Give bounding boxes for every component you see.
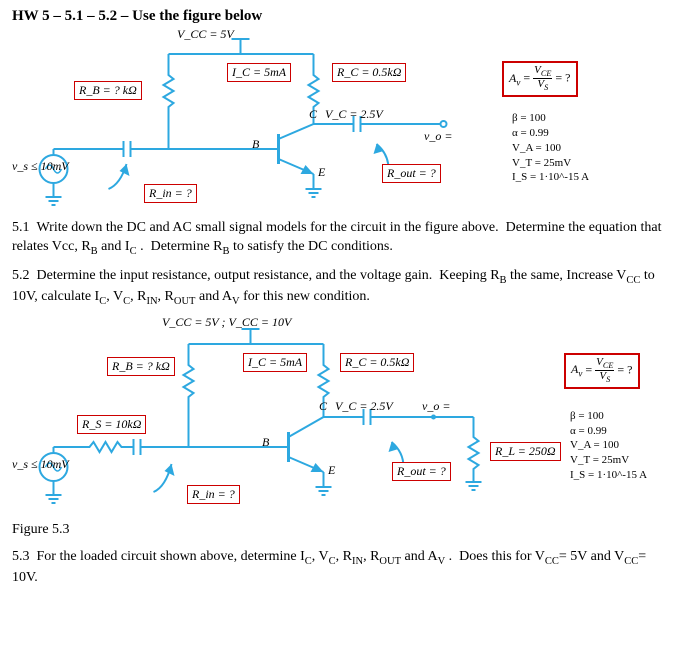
- rl-box: R_L = 250Ω: [490, 442, 561, 461]
- vs-label: v_s ≤ 10mV: [12, 159, 69, 174]
- figure-caption: Figure 5.3: [12, 521, 675, 540]
- circuit-figure-1: V_CC = 5V R_B = ? kΩ I_C = 5mA R_C = 0.5…: [12, 29, 675, 209]
- rb-box-2: R_B = ? kΩ: [107, 357, 175, 376]
- ic-box: I_C = 5mA: [227, 63, 291, 82]
- vc-label-2: V_C = 2.5V: [335, 399, 393, 414]
- rs-box: R_S = 10kΩ: [77, 415, 146, 434]
- rc-box: R_C = 0.5kΩ: [332, 63, 406, 82]
- rin-box: R_in = ?: [144, 184, 197, 203]
- node-c-2: C: [319, 399, 327, 414]
- av-box: Av = VCEVS = ?: [502, 61, 578, 97]
- vo-label: v_o =: [424, 129, 452, 144]
- question-5-3: 5.3 For the loaded circuit shown above, …: [12, 548, 675, 588]
- circuit-figure-2: V_CC = 5V ; V_CC = 10V R_B = ? kΩ R_S = …: [12, 317, 675, 517]
- rin-box-2: R_in = ?: [187, 485, 240, 504]
- rb-box: R_B = ? kΩ: [74, 81, 142, 100]
- node-b: B: [252, 137, 259, 152]
- page-title: HW 5 – 5.1 – 5.2 – Use the figure below: [12, 8, 675, 25]
- ic-box-2: I_C = 5mA: [243, 353, 307, 372]
- vcc-label: V_CC = 5V: [177, 27, 234, 42]
- vs-label-2: v_s ≤ 10mV: [12, 457, 69, 472]
- node-e-2: E: [328, 463, 335, 478]
- vc-label: V_C = 2.5V: [325, 107, 383, 122]
- vo-label-2: v_o =: [422, 399, 450, 414]
- node-e: E: [318, 165, 325, 180]
- params-block: β = 100 α = 0.99 V_A = 100 V_T = 25mV I_…: [512, 111, 589, 185]
- vcc-label-2: V_CC = 5V ; V_CC = 10V: [162, 315, 291, 330]
- rout-box: R_out = ?: [382, 164, 441, 183]
- params-block-2: β = 100 α = 0.99 V_A = 100 V_T = 25mV I_…: [570, 409, 647, 483]
- rout-box-2: R_out = ?: [392, 462, 451, 481]
- rc-box-2: R_C = 0.5kΩ: [340, 353, 414, 372]
- question-5-1: 5.1 Write down the DC and AC small signa…: [12, 219, 675, 259]
- node-b-2: B: [262, 435, 269, 450]
- question-5-2: 5.2 Determine the input resistance, outp…: [12, 267, 675, 309]
- node-c: C: [309, 107, 317, 122]
- av-box-2: Av = VCEVS = ?: [564, 353, 640, 389]
